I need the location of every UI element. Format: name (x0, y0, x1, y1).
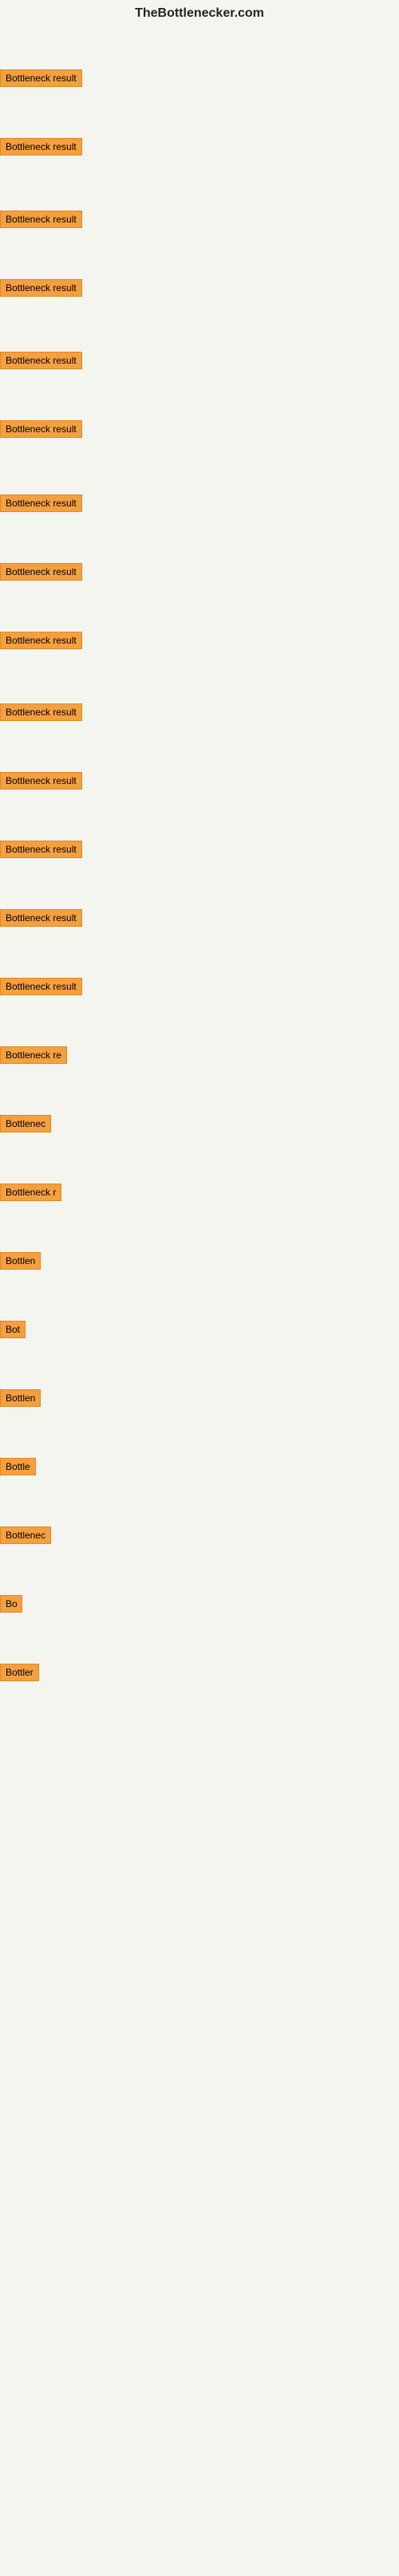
bottleneck-badge-1: Bottleneck result (0, 69, 82, 87)
bottleneck-badge-6: Bottleneck result (0, 420, 82, 438)
bottleneck-item-21[interactable]: Bottle (0, 1458, 36, 1479)
bottleneck-item-22[interactable]: Bottlenec (0, 1526, 51, 1548)
bottleneck-item-11[interactable]: Bottleneck result (0, 772, 82, 794)
bottleneck-item-20[interactable]: Bottlen (0, 1389, 41, 1411)
bottleneck-badge-24: Bottler (0, 1664, 39, 1681)
bottleneck-item-24[interactable]: Bottler (0, 1664, 39, 1685)
bottleneck-badge-14: Bottleneck result (0, 978, 82, 995)
bottleneck-badge-16: Bottlenec (0, 1115, 51, 1132)
bottleneck-badge-2: Bottleneck result (0, 138, 82, 156)
bottleneck-badge-11: Bottleneck result (0, 772, 82, 790)
bottleneck-badge-22: Bottlenec (0, 1526, 51, 1544)
bottleneck-badge-4: Bottleneck result (0, 279, 82, 297)
bottleneck-item-3[interactable]: Bottleneck result (0, 211, 82, 232)
bottleneck-badge-3: Bottleneck result (0, 211, 82, 228)
bottleneck-item-17[interactable]: Bottleneck r (0, 1184, 61, 1205)
bottleneck-item-4[interactable]: Bottleneck result (0, 279, 82, 301)
bottleneck-item-16[interactable]: Bottlenec (0, 1115, 51, 1136)
bottleneck-item-12[interactable]: Bottleneck result (0, 841, 82, 862)
bottleneck-item-13[interactable]: Bottleneck result (0, 909, 82, 931)
bottleneck-badge-23: Bo (0, 1595, 22, 1613)
bottleneck-item-19[interactable]: Bot (0, 1321, 26, 1342)
bottleneck-item-7[interactable]: Bottleneck result (0, 494, 82, 516)
bottleneck-badge-7: Bottleneck result (0, 494, 82, 512)
bottleneck-item-6[interactable]: Bottleneck result (0, 420, 82, 442)
bottleneck-badge-21: Bottle (0, 1458, 36, 1475)
bottleneck-badge-13: Bottleneck result (0, 909, 82, 927)
bottleneck-item-18[interactable]: Bottlen (0, 1252, 41, 1274)
bottleneck-badge-15: Bottleneck re (0, 1046, 67, 1064)
bottleneck-item-1[interactable]: Bottleneck result (0, 69, 82, 91)
bottleneck-item-8[interactable]: Bottleneck result (0, 563, 82, 585)
bottleneck-badge-8: Bottleneck result (0, 563, 82, 581)
bottleneck-item-5[interactable]: Bottleneck result (0, 352, 82, 373)
bottleneck-badge-9: Bottleneck result (0, 632, 82, 649)
bottleneck-item-23[interactable]: Bo (0, 1595, 22, 1617)
bottleneck-badge-5: Bottleneck result (0, 352, 82, 369)
bottleneck-badge-12: Bottleneck result (0, 841, 82, 858)
bottleneck-item-14[interactable]: Bottleneck result (0, 978, 82, 999)
bottleneck-badge-18: Bottlen (0, 1252, 41, 1270)
site-title: TheBottlenecker.com (0, 0, 399, 24)
bottleneck-badge-17: Bottleneck r (0, 1184, 61, 1201)
bottleneck-badge-10: Bottleneck result (0, 703, 82, 721)
bottleneck-item-9[interactable]: Bottleneck result (0, 632, 82, 653)
bottleneck-item-2[interactable]: Bottleneck result (0, 138, 82, 160)
bottleneck-badge-19: Bot (0, 1321, 26, 1338)
bottleneck-item-10[interactable]: Bottleneck result (0, 703, 82, 725)
bottleneck-badge-20: Bottlen (0, 1389, 41, 1407)
bottleneck-item-15[interactable]: Bottleneck re (0, 1046, 67, 1068)
